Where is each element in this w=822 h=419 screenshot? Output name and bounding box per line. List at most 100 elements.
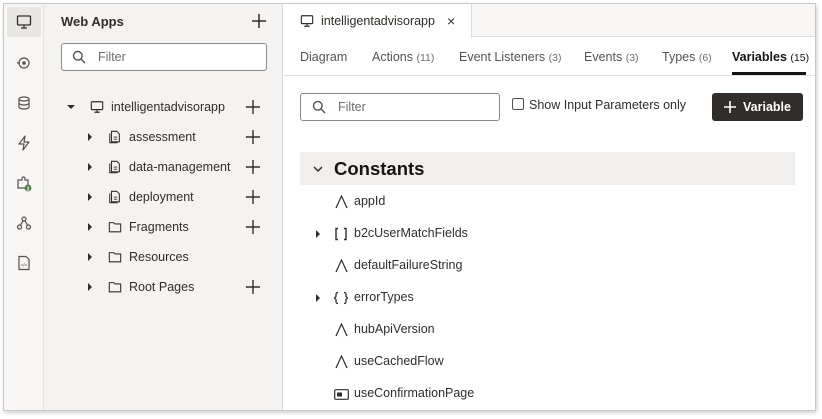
add-to-root-button[interactable]	[245, 99, 261, 115]
add-web-app-button[interactable]	[249, 11, 269, 31]
tab-event-listeners[interactable]: Event Listeners (3)	[459, 50, 562, 64]
chevron-right-icon[interactable]	[85, 282, 95, 292]
variable-row[interactable]: appId	[300, 190, 795, 214]
tree-item[interactable]: Root Pages	[44, 276, 283, 298]
array-type-icon	[333, 226, 349, 242]
tab-events[interactable]: Events (3)	[584, 50, 639, 64]
chevron-down-icon[interactable]	[66, 102, 76, 112]
add-variable-label: Variable	[743, 100, 791, 114]
chevron-right-icon[interactable]	[85, 252, 95, 262]
chevron-down-icon[interactable]	[313, 164, 323, 174]
variable-row[interactable]: useCachedFlow	[300, 350, 795, 374]
editor-tab[interactable]: intelligentadvisorapp ×	[284, 4, 472, 38]
group-title: Constants	[334, 157, 425, 179]
web-apps-icon[interactable]	[7, 7, 41, 37]
variable-name: hubApiVersion	[354, 322, 435, 336]
add-variable-button[interactable]: Variable	[712, 93, 803, 121]
tab-types[interactable]: Types (6)	[662, 50, 712, 64]
string-type-icon	[333, 354, 349, 370]
chevron-right-icon[interactable]	[85, 192, 95, 202]
processes-icon[interactable]	[7, 128, 41, 158]
tree-item[interactable]: data-management	[44, 156, 283, 178]
close-tab-icon[interactable]: ×	[447, 13, 455, 29]
components-badge: 2	[26, 186, 29, 192]
tab-count: (15)	[790, 52, 810, 64]
constants-group-header[interactable]: Constants	[300, 152, 795, 185]
chevron-right-icon[interactable]	[85, 132, 95, 142]
editor-tab-label: intelligentadvisorapp	[321, 14, 435, 28]
services-icon[interactable]	[7, 48, 41, 78]
boolean-type-icon	[333, 386, 349, 402]
tree-item-label: assessment	[129, 130, 196, 144]
tab-diagram[interactable]: Diagram	[300, 50, 347, 64]
variable-row[interactable]: errorTypes	[300, 286, 795, 310]
search-icon	[72, 50, 86, 64]
variable-row[interactable]: defaultFailureString	[300, 254, 795, 278]
business-objects-icon[interactable]	[7, 88, 41, 118]
source-icon[interactable]: </>	[7, 248, 41, 278]
tree-item-label: deployment	[129, 190, 194, 204]
object-type-icon	[333, 290, 349, 306]
plus-icon	[252, 14, 266, 28]
tree-item[interactable]: assessment	[44, 126, 283, 148]
variable-name: errorTypes	[354, 290, 414, 304]
chevron-right-icon[interactable]	[85, 162, 95, 172]
tree-item-label: data-management	[129, 160, 231, 174]
string-type-icon	[333, 258, 349, 274]
navigator-filter-input[interactable]: Filter	[61, 43, 267, 71]
folder-icon	[108, 280, 122, 294]
folder-icon	[108, 250, 122, 264]
plus-icon	[246, 130, 260, 144]
add-item-button[interactable]	[245, 219, 261, 235]
editor-area: intelligentadvisorapp × Diagram Actions (…	[284, 4, 815, 410]
tree-root-label: intelligentadvisorapp	[111, 100, 225, 114]
chevron-right-icon[interactable]	[314, 294, 322, 302]
folder-icon	[108, 220, 122, 234]
variable-row[interactable]: hubApiVersion	[300, 318, 795, 342]
plus-icon	[246, 280, 260, 294]
flow-icon	[108, 190, 122, 204]
tab-label: Event Listeners	[459, 50, 546, 64]
hierarchy-icon[interactable]	[7, 208, 41, 238]
tab-count: (3)	[548, 52, 562, 64]
show-input-params-checkbox[interactable]	[512, 98, 524, 110]
tree-item[interactable]: Resources	[44, 246, 283, 268]
tab-label: Types	[662, 50, 696, 64]
web-app-icon	[300, 15, 314, 27]
add-item-button[interactable]	[245, 159, 261, 175]
web-app-icon	[90, 101, 104, 113]
tree-item-label: Fragments	[129, 220, 189, 234]
tree-item[interactable]: Fragments	[44, 216, 283, 238]
subtab-bar: Diagram Actions (11) Event Listeners (3) Ev…	[284, 38, 815, 76]
plus-icon	[246, 100, 260, 114]
show-input-params-label: Show Input Parameters only	[529, 98, 687, 112]
add-item-button[interactable]	[245, 279, 261, 295]
plus-icon	[246, 220, 260, 234]
chevron-right-icon[interactable]	[314, 230, 322, 238]
plus-icon	[246, 160, 260, 174]
flow-icon	[108, 130, 122, 144]
tree-root-item[interactable]: intelligentadvisorapp	[44, 96, 283, 118]
add-item-button[interactable]	[245, 129, 261, 145]
tab-count: (3)	[625, 52, 639, 64]
tree-item-label: Root Pages	[129, 280, 195, 294]
active-subtab-indicator	[732, 72, 806, 75]
variable-row[interactable]: b2cUserMatchFields	[300, 222, 795, 246]
web-apps-navigator: Web Apps Filter intelligentadvisorapp as…	[44, 4, 283, 410]
tab-count: (11)	[416, 52, 435, 64]
tab-actions[interactable]: Actions (11)	[372, 50, 434, 64]
components-icon[interactable]: 2	[7, 169, 41, 199]
chevron-right-icon[interactable]	[85, 222, 95, 232]
variable-name: b2cUserMatchFields	[354, 226, 468, 240]
add-item-button[interactable]	[245, 189, 261, 205]
tree-item[interactable]: deployment	[44, 186, 283, 208]
flow-icon	[108, 160, 122, 174]
filter-placeholder: Filter	[338, 100, 366, 114]
variables-filter-input[interactable]: Filter	[300, 93, 500, 121]
plus-icon	[724, 101, 737, 113]
variable-row[interactable]: useConfirmationPage	[300, 382, 795, 406]
tab-label: Actions	[372, 50, 413, 64]
tab-label: Variables	[732, 50, 787, 64]
app-window: 2 </> Web Apps Filter intelligentadvisor…	[3, 3, 816, 411]
tab-variables[interactable]: Variables (15)	[732, 50, 809, 64]
